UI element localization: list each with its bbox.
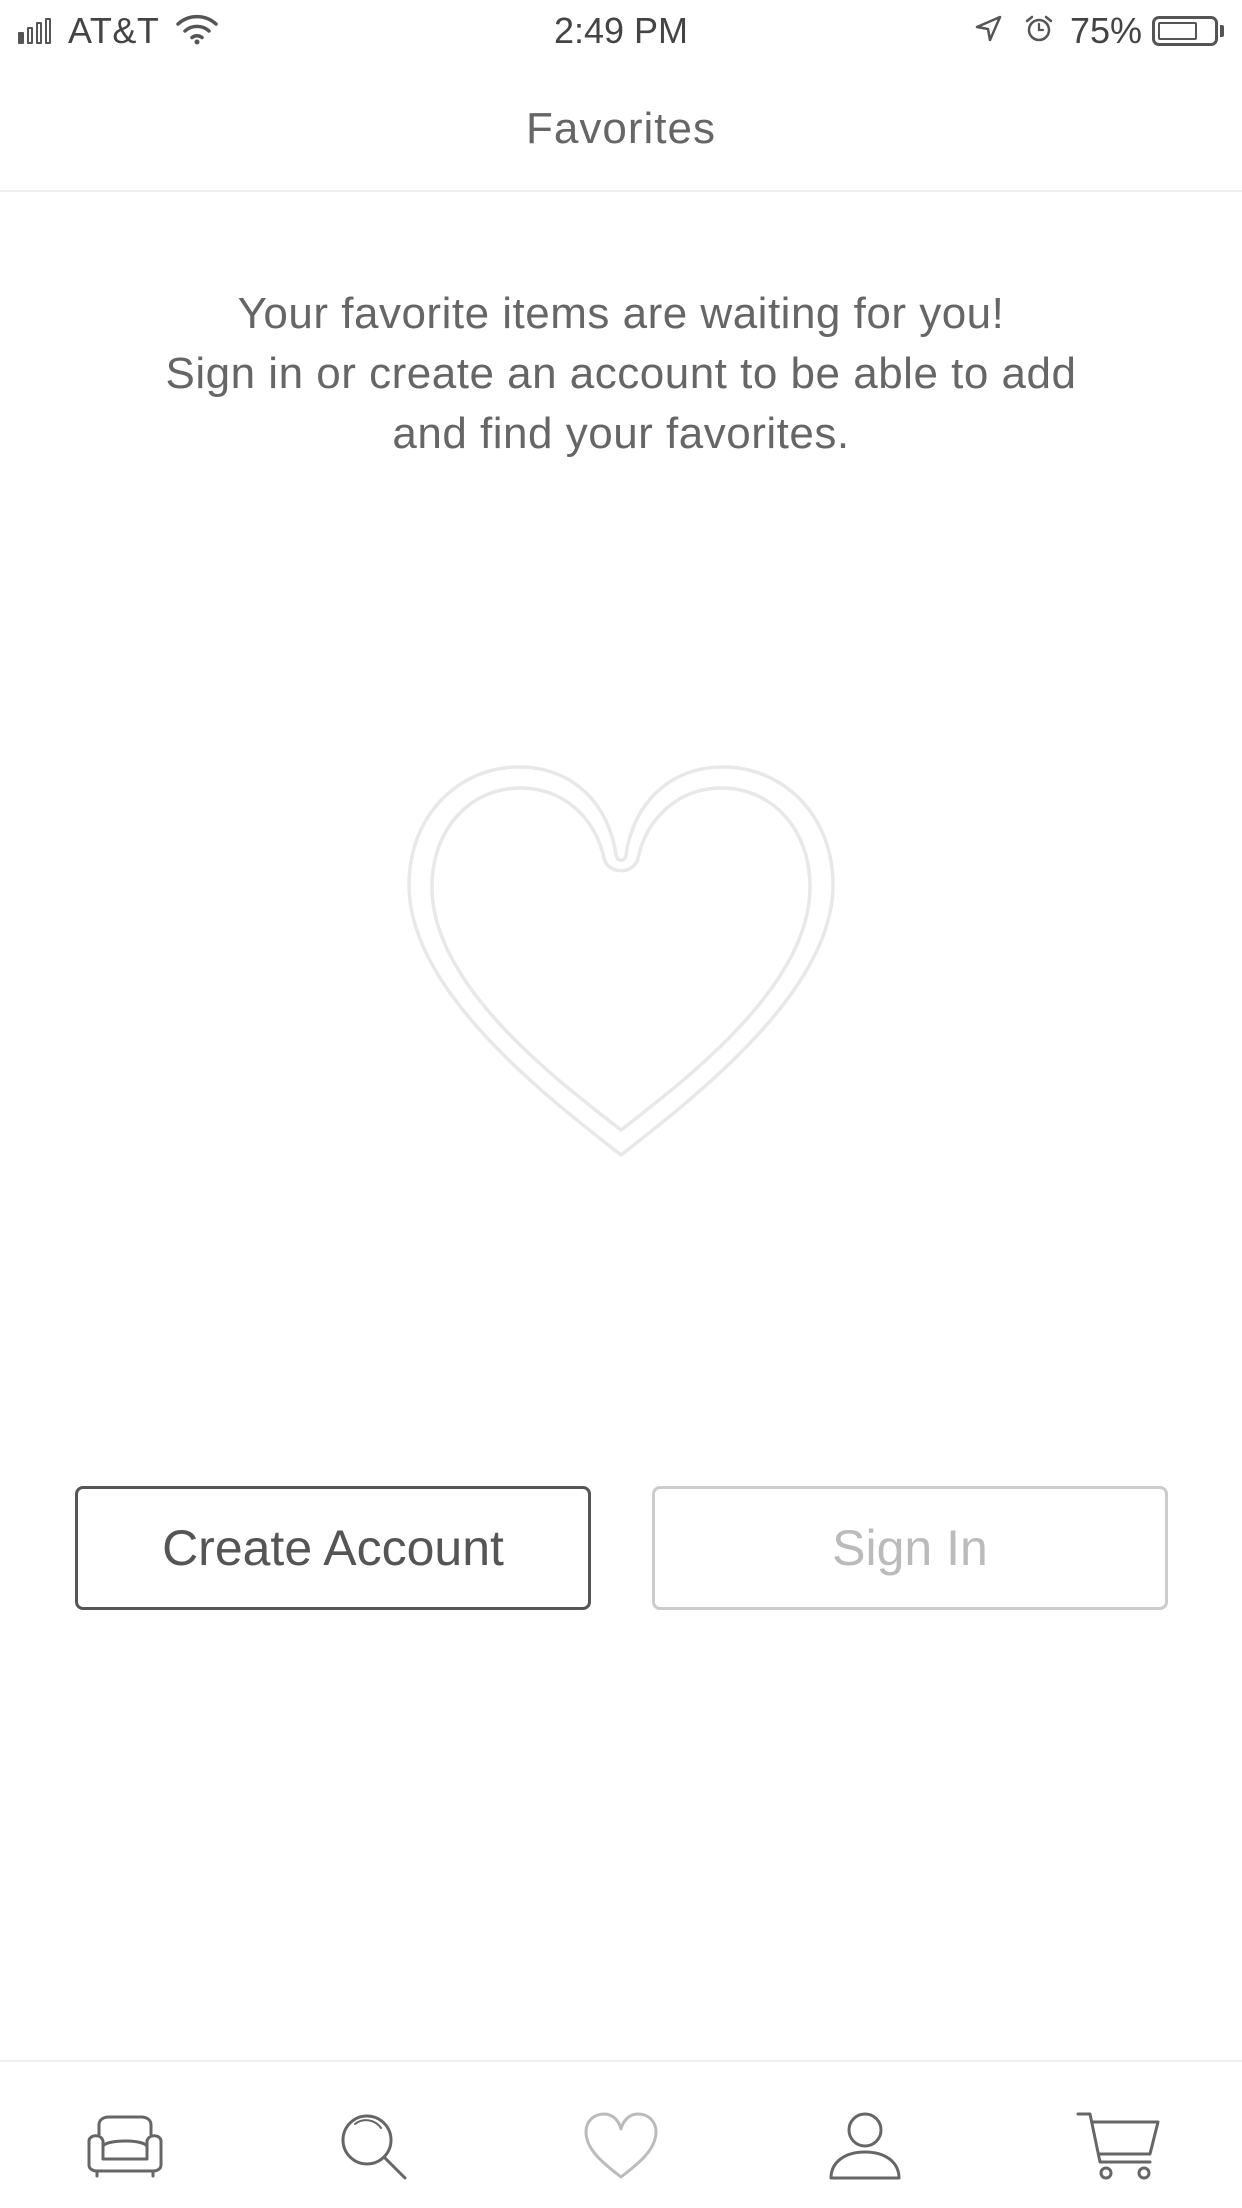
- create-account-button[interactable]: Create Account: [75, 1486, 591, 1610]
- cart-icon: [1076, 2110, 1162, 2182]
- sofa-icon: [85, 2113, 165, 2179]
- page-title: Favorites: [526, 104, 716, 153]
- tab-cart[interactable]: [1074, 2106, 1164, 2186]
- battery-icon: [1152, 16, 1218, 46]
- battery-tip: [1220, 25, 1224, 37]
- tab-search[interactable]: [328, 2106, 418, 2186]
- tab-bar: [0, 2060, 1242, 2208]
- location-arrow-icon: [974, 15, 1002, 48]
- empty-state-message: Your favorite items are waiting for you!…: [100, 284, 1142, 464]
- heart-icon: [583, 2111, 659, 2181]
- search-icon: [337, 2110, 409, 2182]
- tab-account[interactable]: [820, 2106, 910, 2186]
- sign-in-button[interactable]: Sign In: [652, 1486, 1168, 1610]
- alarm-icon: [1024, 14, 1054, 49]
- battery-level: [1158, 22, 1197, 40]
- tab-favorites[interactable]: [576, 2106, 666, 2186]
- status-bar: AT&T 2:49 PM 75%: [0, 0, 1242, 62]
- account-icon: [827, 2110, 903, 2182]
- heart-outline-icon: [404, 760, 838, 1160]
- message-line-3: and find your favorites.: [392, 409, 850, 458]
- message-line-2: Sign in or create an account to be able …: [165, 349, 1077, 398]
- status-right: 75%: [974, 8, 1224, 54]
- tab-home[interactable]: [80, 2106, 170, 2186]
- message-line-1: Your favorite items are waiting for you!: [237, 289, 1005, 338]
- battery-percent: 75%: [1069, 10, 1142, 51]
- nav-header: Favorites: [0, 62, 1242, 192]
